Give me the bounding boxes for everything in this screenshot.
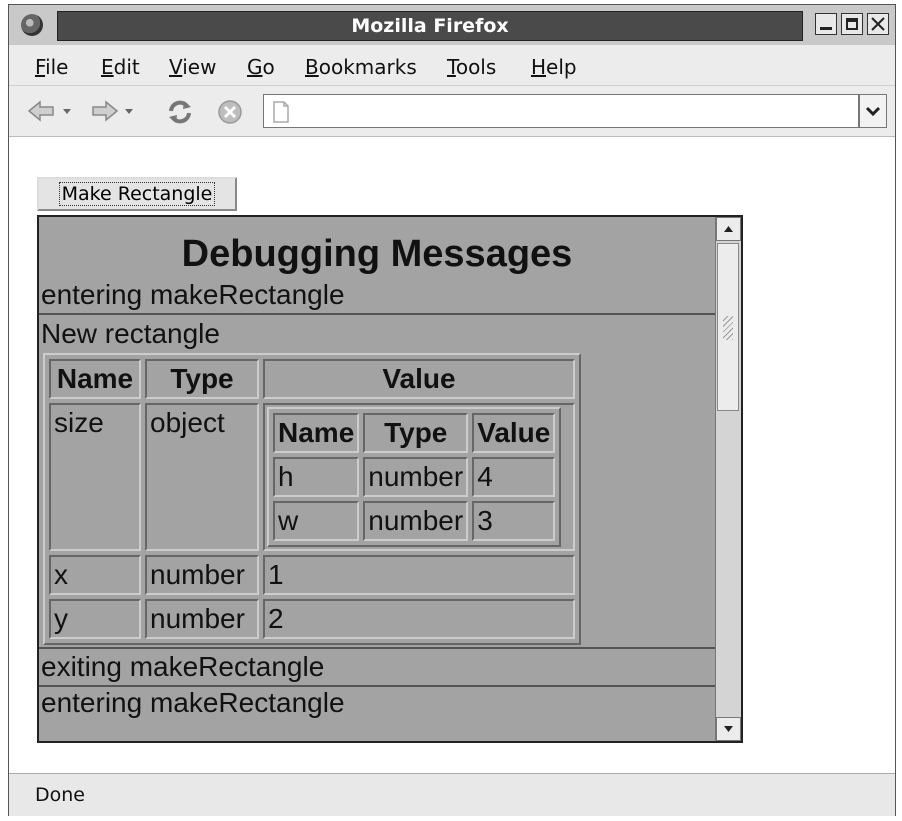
address-bar[interactable] xyxy=(263,94,859,128)
cell-name: size xyxy=(49,403,141,551)
table-header-row: Name Type Value xyxy=(273,413,556,453)
menu-bar: File Edit View Go Bookmarks Tools Help xyxy=(9,45,895,86)
window-title: Mozilla Firefox xyxy=(57,11,803,41)
table-row: x number 1 xyxy=(49,555,575,595)
stop-button[interactable] xyxy=(217,99,243,129)
menu-bookmarks[interactable]: Bookmarks xyxy=(305,55,417,79)
header-value: Value xyxy=(472,413,556,453)
forward-button[interactable] xyxy=(89,99,139,127)
cell-type: number xyxy=(363,501,469,541)
app-menu-icon[interactable] xyxy=(21,14,43,36)
navigation-toolbar xyxy=(9,86,895,137)
reload-button[interactable] xyxy=(165,99,195,129)
debug-heading: Debugging Messages xyxy=(181,233,573,275)
cell-type: number xyxy=(363,457,469,497)
header-name: Name xyxy=(49,359,141,399)
maximize-button[interactable] xyxy=(841,13,863,35)
make-rectangle-label: Make Rectangle xyxy=(58,182,216,206)
scroll-up-button[interactable] xyxy=(716,217,741,241)
table-row: h number 4 xyxy=(273,457,556,497)
menu-view[interactable]: View xyxy=(169,55,216,79)
cell-type: object xyxy=(145,403,259,551)
cell-name: h xyxy=(273,457,360,497)
debug-exiting-message: exiting makeRectangle xyxy=(39,649,715,687)
arrow-down-icon xyxy=(724,726,733,732)
scroll-down-button[interactable] xyxy=(716,717,741,741)
cell-value: Name Type Value h number 4 w number 3 xyxy=(263,403,575,551)
cell-name: y xyxy=(49,599,141,639)
close-icon xyxy=(871,17,885,31)
debug-scroll-area[interactable]: Debugging Messages entering makeRectangl… xyxy=(39,217,715,741)
arrow-up-icon xyxy=(724,226,733,232)
title-bar[interactable]: Mozilla Firefox xyxy=(9,5,895,45)
chevron-down-icon xyxy=(865,106,881,117)
browser-window: Mozilla Firefox File Edit View Go Bookma… xyxy=(8,4,896,816)
cell-type: number xyxy=(145,555,259,595)
menu-tools[interactable]: Tools xyxy=(447,55,496,79)
menu-help[interactable]: Help xyxy=(531,55,577,79)
cell-value: 1 xyxy=(263,555,575,595)
make-rectangle-button[interactable]: Make Rectangle xyxy=(37,177,237,211)
close-button[interactable] xyxy=(867,13,889,35)
back-button[interactable] xyxy=(27,99,77,127)
header-type: Type xyxy=(145,359,259,399)
menu-edit[interactable]: Edit xyxy=(101,55,140,79)
status-bar: Done xyxy=(9,773,895,816)
table-row: size object Name Type Value h number 4 w… xyxy=(49,403,575,551)
debug-entering-message: entering makeRectangle xyxy=(39,277,715,315)
page-content: Make Rectangle Debugging Messages enteri… xyxy=(9,137,895,773)
reload-icon xyxy=(169,100,191,124)
forward-arrow-icon xyxy=(92,100,133,122)
cell-value: 4 xyxy=(472,457,556,497)
page-icon xyxy=(273,101,289,123)
debug-partial-message: entering makeRectangle xyxy=(41,687,345,718)
minimize-button[interactable] xyxy=(815,13,837,35)
table-header-row: Name Type Value xyxy=(49,359,575,399)
stop-icon xyxy=(218,100,242,124)
table-row: w number 3 xyxy=(273,501,556,541)
menu-file[interactable]: File xyxy=(35,55,68,79)
cell-name: x xyxy=(49,555,141,595)
vertical-scrollbar[interactable] xyxy=(715,217,741,741)
cell-value: 2 xyxy=(263,599,575,639)
back-arrow-icon xyxy=(27,100,71,122)
debug-panel: Debugging Messages entering makeRectangl… xyxy=(37,215,743,743)
cell-name: w xyxy=(273,501,360,541)
nested-object-table: Name Type Value h number 4 w number 3 xyxy=(267,407,562,547)
table-row: y number 2 xyxy=(49,599,575,639)
header-type: Type xyxy=(363,413,469,453)
address-dropdown-button[interactable] xyxy=(859,94,887,128)
menu-go[interactable]: Go xyxy=(247,55,275,79)
debug-block-label: New rectangle xyxy=(41,318,220,349)
header-value: Value xyxy=(263,359,575,399)
scroll-grip-icon xyxy=(723,316,733,340)
cell-type: number xyxy=(145,599,259,639)
scroll-thumb[interactable] xyxy=(717,243,739,411)
header-name: Name xyxy=(273,413,360,453)
cell-value: 3 xyxy=(472,501,556,541)
status-text: Done xyxy=(35,784,85,806)
object-table: Name Type Value size object Name Type Va… xyxy=(43,353,581,645)
debug-object-block: New rectangle Name Type Value size objec… xyxy=(39,315,715,649)
